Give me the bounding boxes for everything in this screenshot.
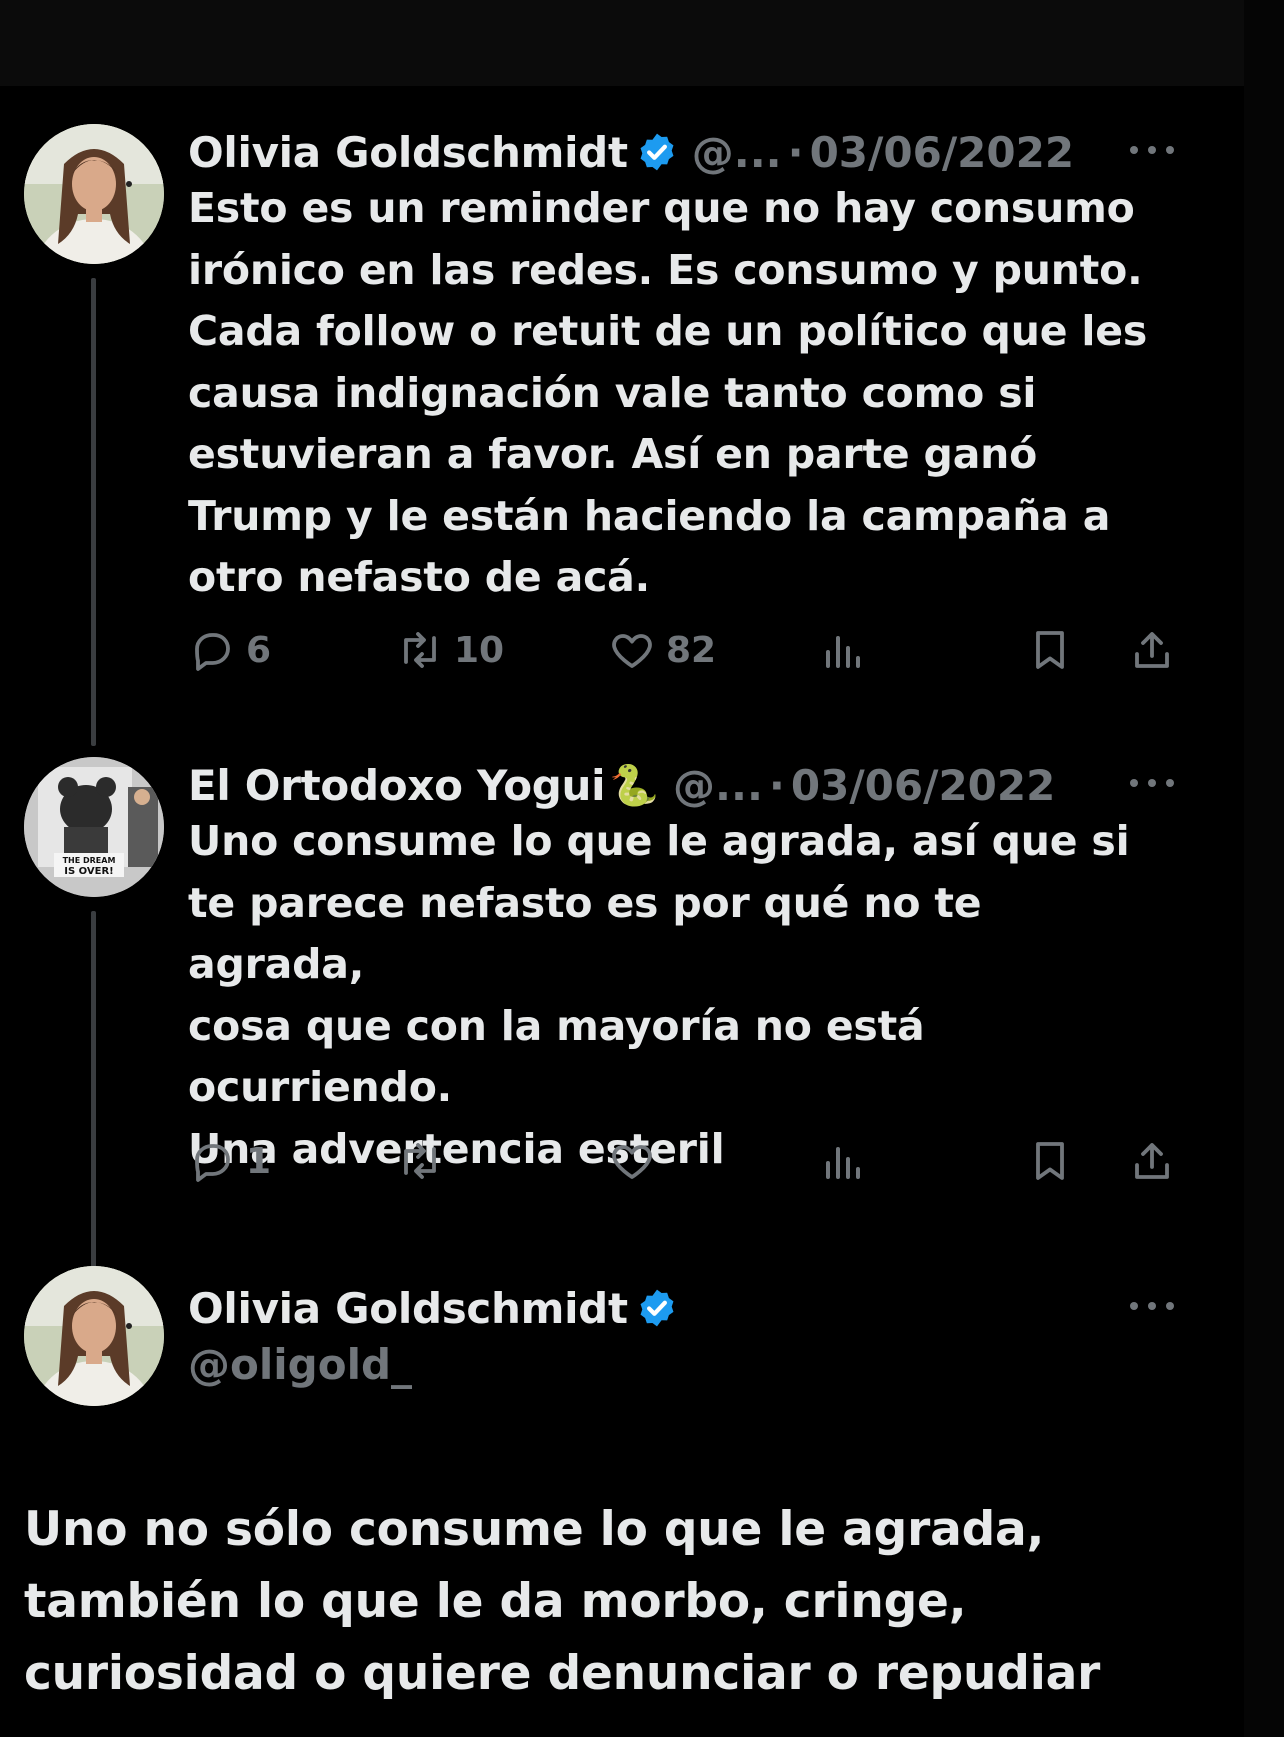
reply-button[interactable]: 1: [188, 1133, 271, 1189]
heart-icon: [612, 1145, 652, 1179]
author-name[interactable]: Olivia Goldschmidt: [188, 128, 628, 177]
share-button[interactable]: [1128, 622, 1176, 678]
retweet-button[interactable]: 10: [396, 622, 504, 678]
more-icon[interactable]: [1130, 138, 1174, 162]
avatar[interactable]: [24, 1266, 164, 1406]
tweet-actions: 6 10 82: [188, 622, 1188, 678]
separator: ·: [768, 760, 785, 810]
tweet-text: Uno consume lo que le agrada, así que si…: [188, 817, 1130, 1173]
snake-emoji: 🐍: [609, 762, 660, 809]
retweet-count: 10: [454, 629, 505, 671]
right-edge: [1244, 0, 1284, 1737]
bookmark-icon: [1036, 1142, 1064, 1180]
woman-portrait-avatar-icon: [24, 1266, 164, 1406]
author-handle[interactable]: @oligold_: [188, 1340, 412, 1389]
more-icon[interactable]: [1130, 771, 1174, 795]
reply-icon: [195, 1144, 230, 1182]
thread-line: [91, 278, 96, 746]
tweet-header: El Ortodoxo Yogui 🐍 @... · 03/06/2022: [188, 757, 1055, 813]
share-button[interactable]: [1128, 1133, 1176, 1189]
reply-icon: [195, 633, 230, 671]
tweet-actions: 1: [188, 1133, 1188, 1189]
woman-portrait-avatar-icon: [24, 124, 164, 264]
tweet-date[interactable]: 03/06/2022: [810, 128, 1074, 177]
views-button[interactable]: [818, 622, 866, 678]
share-icon: [1135, 1143, 1169, 1179]
bookmark-icon: [1036, 631, 1064, 669]
tweet-header: Olivia Goldschmidt: [188, 1280, 678, 1336]
tweet-header: Olivia Goldschmidt @... · 03/06/2022: [188, 124, 1074, 180]
views-icon: [826, 636, 860, 668]
separator: ·: [787, 127, 804, 177]
reply-button[interactable]: 6: [188, 622, 271, 678]
heart-icon: [612, 634, 652, 668]
views-icon: [826, 1147, 860, 1179]
author-name[interactable]: Olivia Goldschmidt: [188, 1284, 628, 1333]
avatar-caption-bottom: IS OVER!: [64, 866, 113, 877]
bookmark-button[interactable]: [1026, 622, 1074, 678]
avatar[interactable]: [24, 124, 164, 264]
reply-count: 6: [246, 629, 272, 671]
retweet-icon: [404, 632, 436, 668]
avatar-caption-top: THE DREAM: [63, 856, 116, 865]
verified-badge-icon: [640, 133, 674, 171]
avatar[interactable]: THE DREAM IS OVER!: [24, 757, 164, 897]
retweet-icon: [404, 1143, 436, 1179]
author-handle[interactable]: @...: [673, 761, 763, 810]
views-button[interactable]: [818, 1133, 866, 1189]
share-icon: [1135, 632, 1169, 668]
author-name[interactable]: El Ortodoxo Yogui: [188, 761, 606, 810]
top-bar: [0, 0, 1244, 86]
dream-is-over-avatar-icon: THE DREAM IS OVER!: [24, 757, 164, 897]
like-button[interactable]: 82: [608, 622, 716, 678]
like-button[interactable]: [608, 1133, 666, 1189]
like-count: 82: [666, 629, 717, 671]
tweet-date[interactable]: 03/06/2022: [791, 761, 1055, 810]
reply-count: 1: [246, 1140, 272, 1182]
more-icon[interactable]: [1130, 1294, 1174, 1318]
retweet-button[interactable]: [396, 1133, 454, 1189]
verified-badge-icon: [640, 1289, 674, 1327]
bookmark-button[interactable]: [1026, 1133, 1074, 1189]
main-tweet-text: Uno no sólo consume lo que le agrada, ta…: [24, 1502, 1101, 1701]
author-handle[interactable]: @...: [692, 128, 782, 177]
tweet-text: Esto es un reminder que no hay consumo i…: [188, 184, 1148, 601]
